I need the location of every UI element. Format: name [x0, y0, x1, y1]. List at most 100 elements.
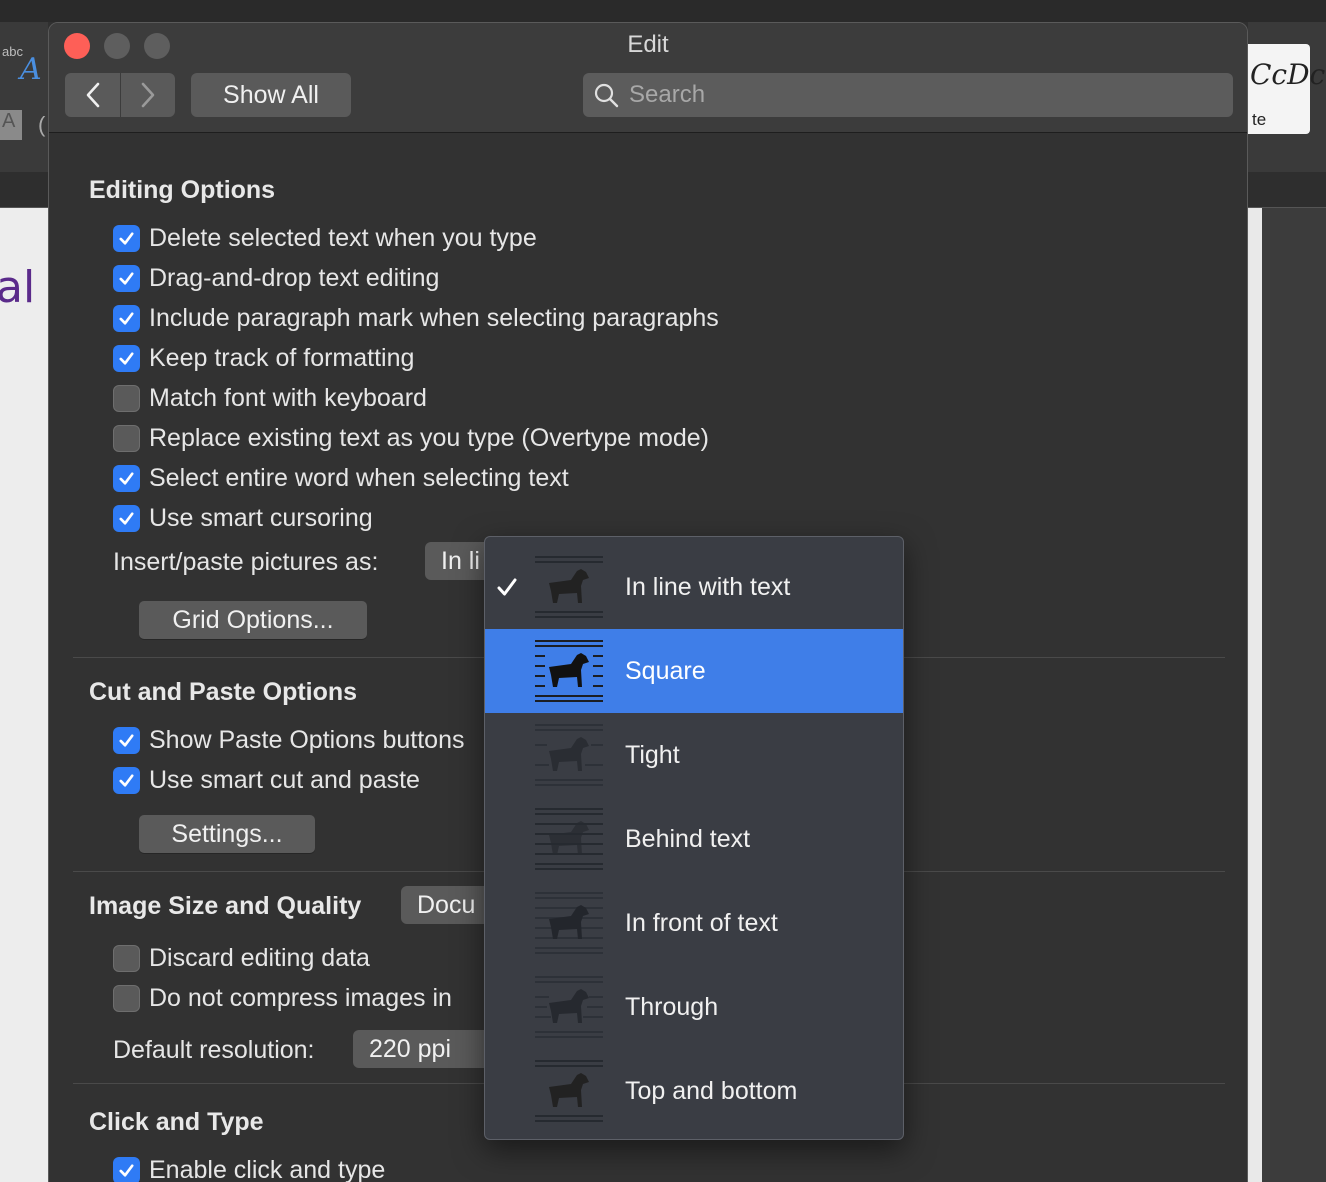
checkmark-icon: [119, 311, 134, 325]
show-all-button[interactable]: Show All: [191, 73, 351, 117]
checkbox-checked[interactable]: [113, 1156, 140, 1182]
checkbox-label: Enable click and type: [149, 1155, 386, 1182]
chevron-right-icon: [141, 82, 155, 108]
checkbox-checked[interactable]: [113, 344, 140, 372]
checkbox-track-formatting[interactable]: Keep track of formatting: [113, 342, 414, 374]
window-toolbar: Edit Show All: [49, 23, 1247, 133]
background-ruler: [0, 172, 48, 208]
checkbox-overtype[interactable]: Replace existing text as you type (Overt…: [113, 422, 709, 454]
background-ribbon-box: A: [0, 110, 22, 140]
search-input[interactable]: [629, 81, 1209, 109]
checkbox-delete-selected[interactable]: Delete selected text when you type: [113, 222, 537, 254]
background-style-sample: CcDc: [1250, 58, 1326, 91]
menu-item-behind-text[interactable]: Behind text: [485, 797, 903, 881]
checkbox-show-paste-options[interactable]: Show Paste Options buttons: [113, 724, 464, 756]
background-document-text: al: [0, 262, 36, 313]
checkbox-label: Select entire word when selecting text: [149, 463, 569, 492]
editing-options-heading: Editing Options: [89, 176, 276, 204]
checkbox-checked[interactable]: [113, 264, 140, 292]
checkmark-icon: [119, 231, 134, 245]
wrap-tight-icon: [535, 724, 603, 786]
checkbox-smart-cut-paste[interactable]: Use smart cut and paste: [113, 764, 420, 796]
checkbox-label: Discard editing data: [149, 943, 370, 972]
checkbox-unchecked[interactable]: [113, 384, 140, 412]
resolution-popup[interactable]: 220 ppi: [353, 1030, 493, 1068]
checkbox-discard-editing-data[interactable]: Discard editing data: [113, 942, 370, 974]
navigation-group: [65, 73, 175, 117]
menu-item-label: Through: [625, 992, 719, 1021]
checkbox-checked[interactable]: [113, 304, 140, 332]
checkbox-checked[interactable]: [113, 224, 140, 252]
menu-item-label: Tight: [625, 740, 680, 769]
menu-item-in-front-of-text[interactable]: In front of text: [485, 881, 903, 965]
window-title: Edit: [627, 31, 669, 58]
checkbox-smart-cursoring[interactable]: Use smart cursoring: [113, 502, 373, 534]
wrap-front-icon: [535, 892, 603, 954]
wrap-behind-icon: [535, 808, 603, 870]
checkmark-icon: [119, 773, 134, 787]
checkbox-checked[interactable]: [113, 726, 140, 754]
background-ribbon-paren: (: [38, 112, 46, 137]
checkbox-drag-drop[interactable]: Drag-and-drop text editing: [113, 262, 439, 294]
grid-options-button[interactable]: Grid Options...: [139, 601, 367, 639]
checkbox-checked[interactable]: [113, 464, 140, 492]
checkbox-label: Keep track of formatting: [149, 343, 415, 372]
checkmark-icon: [119, 511, 134, 525]
menu-item-tight[interactable]: Tight: [485, 713, 903, 797]
menu-item-top-and-bottom[interactable]: Top and bottom: [485, 1049, 903, 1133]
checkbox-match-font[interactable]: Match font with keyboard: [113, 382, 427, 414]
checkbox-enable-click-type[interactable]: Enable click and type: [113, 1154, 385, 1182]
background-top-strip: [0, 0, 1326, 22]
checkbox-label: Match font with keyboard: [149, 383, 427, 412]
checkbox-label: Delete selected text when you type: [149, 223, 537, 252]
checkbox-unchecked[interactable]: [113, 984, 140, 1012]
menu-item-label: In front of text: [625, 908, 778, 937]
menu-item-label: Square: [625, 656, 706, 685]
checkmark-icon: [119, 351, 134, 365]
forward-button[interactable]: [120, 73, 175, 117]
checkbox-label: Show Paste Options buttons: [149, 725, 465, 754]
menu-item-through[interactable]: Through: [485, 965, 903, 1049]
checkbox-checked[interactable]: [113, 766, 140, 794]
background-document: [0, 208, 48, 1182]
back-button[interactable]: [65, 73, 120, 117]
insert-paste-label: Insert/paste pictures as:: [113, 548, 379, 576]
checkmark-icon: [119, 733, 134, 747]
menu-item-label: In line with text: [625, 572, 791, 601]
chevron-left-icon: [86, 82, 99, 108]
background-page-edge: [1248, 208, 1262, 1182]
image-quality-heading: Image Size and Quality: [89, 892, 362, 920]
checkbox-unchecked[interactable]: [113, 944, 140, 972]
checkbox-checked[interactable]: [113, 504, 140, 532]
checkbox-label: Include paragraph mark when selecting pa…: [149, 303, 719, 332]
wrap-through-icon: [535, 976, 603, 1038]
background-style-letter: A: [20, 52, 42, 87]
click-type-heading: Click and Type: [89, 1108, 264, 1136]
checkbox-label: Replace existing text as you type (Overt…: [149, 423, 709, 452]
checkbox-label: Drag-and-drop text editing: [149, 263, 440, 292]
default-resolution-label: Default resolution:: [113, 1036, 315, 1064]
settings-button[interactable]: Settings...: [139, 815, 315, 853]
checkbox-do-not-compress[interactable]: Do not compress images in: [113, 982, 452, 1014]
wrap-inline-icon: [535, 556, 603, 618]
search-field[interactable]: [583, 73, 1233, 117]
menu-item-label: Top and bottom: [625, 1076, 798, 1105]
background-style-label: te: [1252, 110, 1267, 129]
checkbox-label: Use smart cut and paste: [149, 765, 420, 794]
wrap-top-bottom-icon: [535, 1060, 603, 1122]
checkbox-label: Do not compress images in: [149, 983, 452, 1012]
checkmark-icon: [119, 271, 134, 285]
menu-checkmark-icon: [493, 572, 521, 602]
menu-item-square[interactable]: Square: [485, 629, 903, 713]
checkbox-label: Use smart cursoring: [149, 503, 373, 532]
background-ruler-right: [1248, 172, 1326, 208]
menu-item-inline[interactable]: In line with text: [485, 545, 903, 629]
checkmark-icon: [119, 471, 134, 485]
checkmark-icon: [119, 1163, 134, 1177]
checkbox-select-entire-word[interactable]: Select entire word when selecting text: [113, 462, 569, 494]
menu-item-label: Behind text: [625, 824, 751, 853]
checkbox-unchecked[interactable]: [113, 424, 140, 452]
search-icon: [594, 83, 619, 108]
checkbox-paragraph-mark[interactable]: Include paragraph mark when selecting pa…: [113, 302, 719, 334]
wrap-square-icon: [535, 640, 603, 702]
